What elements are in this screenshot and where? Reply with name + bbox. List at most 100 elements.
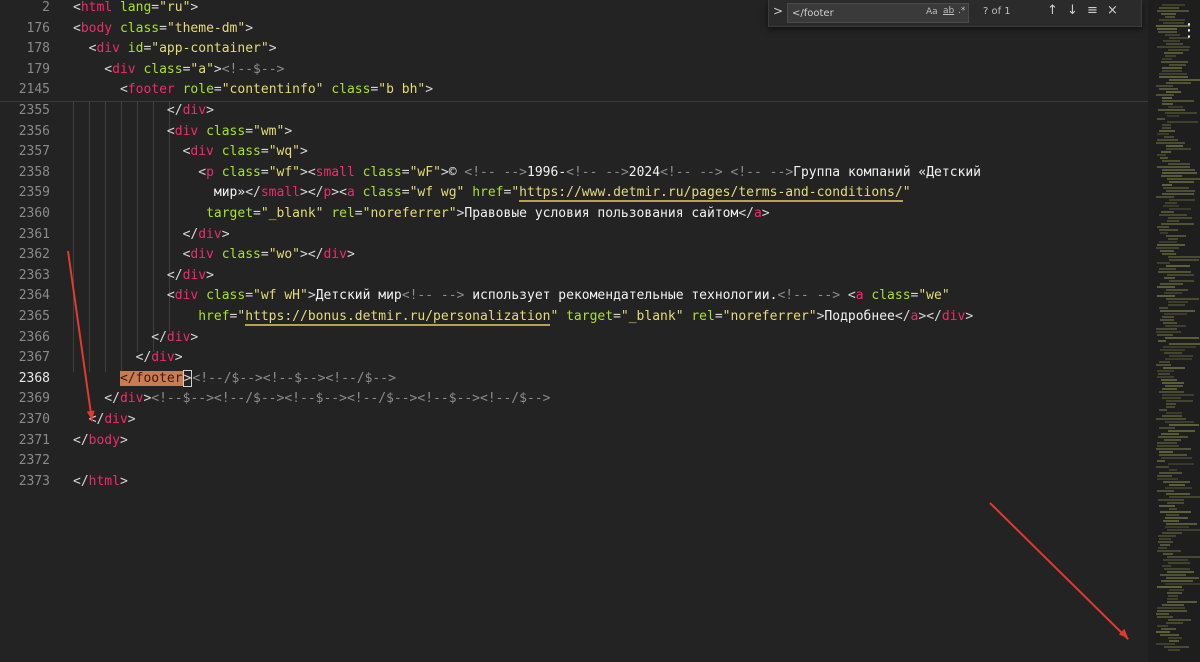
code-line[interactable]: 178 <div id="app-container"> xyxy=(0,39,1148,60)
code-line[interactable]: 2363 </div> xyxy=(0,266,1148,287)
code-line[interactable]: 2355 </div> xyxy=(0,101,1148,122)
minimap-line xyxy=(1166,403,1176,405)
code-line[interactable]: 2365 href = "https://bonus.detmir.ru/perso… xyxy=(0,307,1148,328)
tag-name: div xyxy=(190,144,222,160)
minimap-line xyxy=(1165,337,1199,339)
code-line[interactable]: 2371 </body> xyxy=(0,431,1148,452)
minimap[interactable] xyxy=(1148,0,1200,662)
minimap-line xyxy=(1162,103,1173,105)
minimap-line xyxy=(1165,34,1180,36)
previous-match-icon[interactable]: ↑ xyxy=(1047,4,1058,18)
code-line[interactable]: 2356 <div class="wm"> xyxy=(0,122,1148,143)
next-match-icon[interactable]: ↓ xyxy=(1067,4,1078,18)
code-line[interactable]: 179 <div class="a"><!--$--> xyxy=(0,60,1148,81)
matched-tag: </footer xyxy=(119,370,183,386)
minimap-line xyxy=(1161,580,1193,582)
tag-name: div xyxy=(182,103,207,118)
line-number: 2 xyxy=(42,0,50,15)
url-link[interactable]: https://bonus.detmir.ru/personalization xyxy=(245,309,551,326)
minimap-line xyxy=(1157,550,1181,552)
code-line[interactable]: 2357 <div class="wq"> xyxy=(0,142,1148,163)
minimap-line xyxy=(1159,409,1167,411)
code-line[interactable]: 2362 <div class="wo"></div> xyxy=(0,245,1148,266)
code-line[interactable]: 2359 мир»</small></p><a class="wf wg" hr… xyxy=(0,183,1148,204)
tag-name: div xyxy=(323,247,347,263)
line-number: 178 xyxy=(26,41,50,57)
use-regex-icon[interactable]: .* xyxy=(958,6,965,16)
minimap-line xyxy=(1169,181,1194,183)
minimap-line xyxy=(1157,625,1168,627)
minimap-line xyxy=(1162,124,1171,126)
line-code: </div> xyxy=(73,348,183,369)
code-line[interactable]: 2370 </div> xyxy=(0,410,1148,431)
attr-name: class xyxy=(221,144,261,160)
tag-name: div xyxy=(119,391,144,407)
punctuation: > xyxy=(761,206,770,221)
minimap-line xyxy=(1162,565,1171,567)
minimap-line xyxy=(1166,235,1186,237)
minimap-line xyxy=(1162,415,1182,417)
line-code: </body> xyxy=(73,431,128,452)
code-editor[interactable]: 2 <html lang="ru"> 176 <body class="theme-d… xyxy=(0,0,1148,662)
minimap-line xyxy=(1160,634,1179,636)
line-code: <html lang="ru"> xyxy=(73,0,198,19)
minimap-line xyxy=(1167,601,1197,603)
code-line[interactable]: 2372 xyxy=(0,451,1148,472)
minimap-line xyxy=(1159,391,1184,393)
more-actions-icon[interactable]: ⋮ xyxy=(1180,22,1198,40)
code-line[interactable]: 2361 </div> xyxy=(0,225,1148,246)
attr-name: rel xyxy=(331,206,355,221)
minimap-line xyxy=(1160,232,1168,234)
find-in-selection-icon[interactable]: ≡ xyxy=(1087,4,1098,18)
text-content xyxy=(840,288,848,303)
line-code: </html> xyxy=(73,472,128,493)
minimap-line xyxy=(1165,526,1189,528)
line-code: <div class="a"><!--$--> xyxy=(73,60,284,81)
attr-value: "ru" xyxy=(159,0,191,15)
minimap-line xyxy=(1169,64,1186,66)
toggle-replace-icon[interactable]: > xyxy=(773,4,783,18)
url-link[interactable]: https://www.detmir.ru/pages/terms-and-co… xyxy=(519,185,903,203)
close-icon[interactable]: × xyxy=(1107,4,1118,18)
line-number: 2363 xyxy=(18,267,50,283)
match-whole-word-icon[interactable]: ab xyxy=(943,6,954,16)
punctuation: </ xyxy=(73,103,183,118)
code-line[interactable]: 2369 </div><!--$--><!--/$--><!--$--><!--… xyxy=(0,389,1148,410)
find-match-count: ? of 1 xyxy=(983,6,1011,17)
punctuation: < xyxy=(73,144,191,160)
punctuation: < xyxy=(73,247,191,263)
tag-name: div xyxy=(166,329,191,345)
minimap-line xyxy=(1165,517,1188,519)
punctuation: = xyxy=(260,144,269,160)
minimap-line xyxy=(1167,115,1179,117)
code-line[interactable]: 2145 <footer role="contentinfo" class="b… xyxy=(0,80,1148,101)
code-line[interactable]: 2358 <p class="wf"><small class="wF">© <… xyxy=(0,163,1148,184)
minimap-line xyxy=(1168,562,1190,564)
minimap-line xyxy=(1158,340,1166,342)
punctuation: > xyxy=(299,185,308,201)
code-line[interactable]: 2367 </div> xyxy=(0,348,1148,369)
minimap-line xyxy=(1159,472,1182,474)
punctuation: > xyxy=(307,288,316,304)
arrow-head xyxy=(1118,628,1128,638)
minimap-line xyxy=(1159,454,1187,456)
code-line[interactable]: 2364 <div class="wf wH">Детский мир<!-- … xyxy=(0,286,1148,307)
match-case-icon[interactable]: Aa xyxy=(926,7,938,17)
minimap-line xyxy=(1165,325,1186,327)
attr-value: " xyxy=(511,185,520,201)
code-line[interactable]: 2366 </div> xyxy=(0,328,1148,349)
code-line[interactable]: 2373 </html> xyxy=(0,472,1148,493)
find-input[interactable] xyxy=(792,5,922,21)
line-number: 2372 xyxy=(18,453,50,469)
line-code: <footer role="contentinfo" class="b bh"> xyxy=(73,80,433,101)
punctuation: </ xyxy=(73,432,89,448)
minimap-line xyxy=(1165,358,1192,360)
minimap-line xyxy=(1159,538,1171,540)
minimap-line xyxy=(1168,637,1182,639)
punctuation: > xyxy=(206,267,214,283)
code-line[interactable]: 2360 target="_blank" rel="noreferrer">Пр… xyxy=(0,204,1148,225)
minimap-line xyxy=(1162,382,1184,384)
minimap-line xyxy=(1156,328,1177,330)
minimap-line xyxy=(1166,289,1188,291)
code-line[interactable]: 2368 </footer><!--/$--><!--$--><!--/$--> xyxy=(0,369,1148,390)
